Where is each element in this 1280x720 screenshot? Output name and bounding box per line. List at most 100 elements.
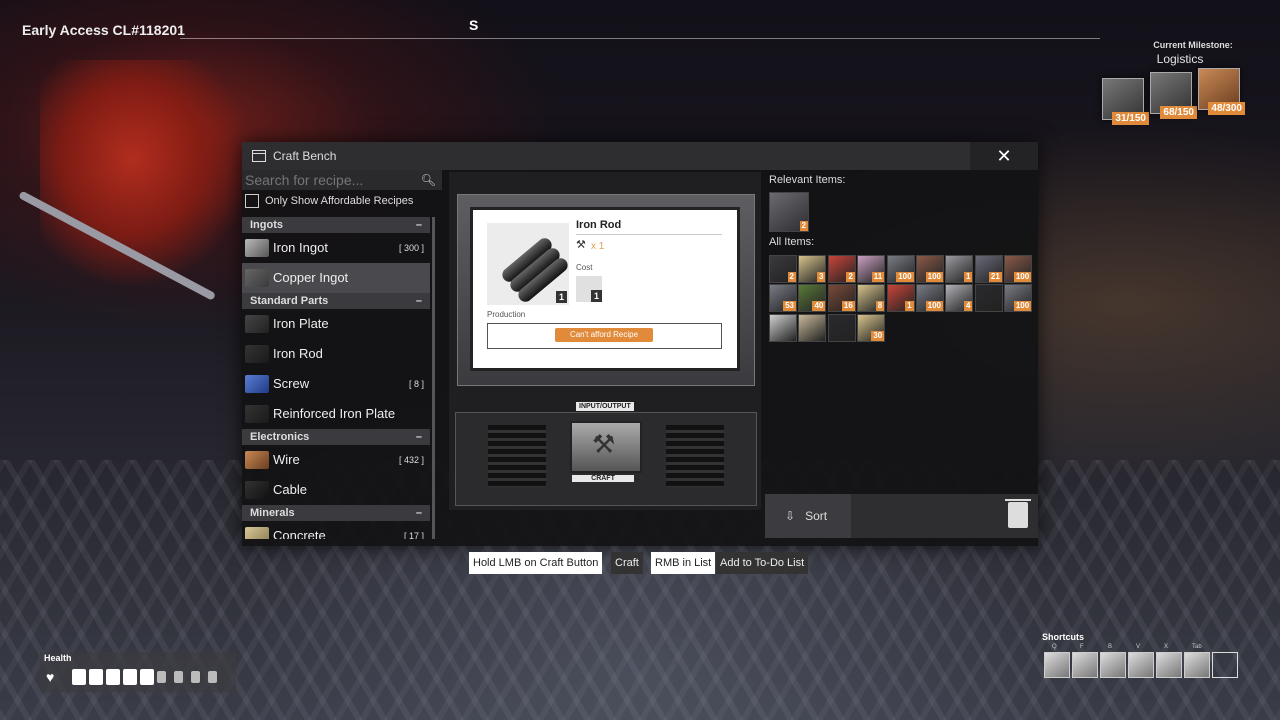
search-icon[interactable]: 🔍︎ [421, 173, 436, 187]
item-count: 100 [1013, 301, 1032, 312]
milestone-title: Current Milestone: [1153, 40, 1233, 50]
flower-icon[interactable]: 2 [827, 255, 856, 283]
health-segment [72, 669, 86, 685]
iron-ore-icon[interactable]: 100 [1004, 284, 1033, 313]
shortcut-slot[interactable]: X [1156, 644, 1182, 678]
shortcuts-bar: Shortcuts Q F B V X Tab [1042, 632, 1242, 692]
iron-ore-icon[interactable]: 100 [916, 284, 944, 313]
shortcut-key: F [1080, 644, 1084, 650]
category-header[interactable]: Minerals – [242, 505, 430, 521]
vise-object [40, 60, 270, 310]
afford-status-button[interactable]: Can't afford Recipe [555, 328, 653, 342]
shortcut-slot[interactable]: V [1128, 644, 1154, 678]
health-label: Health [44, 653, 72, 663]
wrench-icon[interactable] [769, 313, 797, 342]
recipe-name: Concrete [273, 528, 326, 539]
flower-icon[interactable]: 1 [886, 284, 915, 313]
shortcut-key: V [1136, 644, 1141, 650]
recipe-name: Copper Ingot [273, 270, 349, 285]
iron-plate-icon[interactable]: 1 [945, 255, 974, 283]
window-titlebar[interactable]: Craft Bench [242, 142, 970, 170]
shortcut-slot[interactable]: B [1100, 644, 1126, 678]
trash-icon[interactable] [1005, 499, 1031, 528]
affordable-toggle[interactable]: Only Show Affordable Recipes [245, 194, 413, 208]
copper-ingot-icon[interactable]: 16 [827, 284, 856, 313]
limestone-icon[interactable]: 3 [798, 255, 827, 283]
hint-key: RMB in List [651, 552, 716, 574]
cost-amount: 1 [590, 290, 602, 302]
recipe-item[interactable]: Iron Rod [242, 339, 430, 369]
window-icon [252, 150, 266, 162]
list-scrollbar[interactable] [432, 217, 435, 539]
shortcut-slot[interactable]: Tab [1184, 644, 1210, 678]
item-count: 2 [846, 272, 855, 282]
recipe-item[interactable]: Iron Plate [242, 309, 430, 339]
empty-slot-icon[interactable] [827, 313, 856, 342]
milestone-count: 68/150 [1160, 106, 1197, 119]
iron-plate-icon [245, 315, 269, 333]
copper-ore-icon[interactable]: 100 [1004, 255, 1033, 283]
item-count: 100 [925, 272, 943, 282]
collapse-icon[interactable]: – [416, 293, 422, 309]
shortcut-key: Q [1052, 644, 1057, 650]
leaves-icon[interactable]: 40 [798, 284, 827, 313]
vent-left [488, 425, 546, 487]
recipe-title: Iron Rod [576, 219, 622, 231]
search-input[interactable] [242, 170, 418, 190]
health-segment [140, 669, 154, 685]
hammer-icon: ⚒︎ [576, 239, 586, 251]
recipe-count: [ 17 ] [403, 531, 424, 539]
iron-plate-icon: 31/150 [1102, 78, 1149, 125]
shortcut-slot[interactable]: Q [1044, 644, 1070, 678]
recipe-count: [ 300 ] [398, 243, 424, 253]
mycelia-icon[interactable]: 11 [857, 255, 886, 283]
cable-icon [245, 481, 269, 499]
compass-heading: S [469, 17, 479, 33]
recipe-list[interactable]: Ingots – Iron Ingot [ 300 ] Copper Ingot … [242, 217, 430, 539]
craft-label: CRAFT [572, 475, 634, 482]
collapse-icon[interactable]: – [416, 217, 422, 233]
shortcut-key: B [1108, 644, 1113, 650]
shortcut-key: X [1164, 644, 1169, 650]
shortcut-slot[interactable]: F [1072, 644, 1098, 678]
item-count: 1 [905, 301, 914, 312]
afford-box: Can't afford Recipe [487, 323, 722, 349]
shortcuts-label: Shortcuts [1042, 632, 1085, 642]
iron-ore-icon[interactable]: 53 [769, 284, 797, 313]
category-header[interactable]: Ingots – [242, 217, 430, 233]
category-header[interactable]: Standard Parts – [242, 293, 430, 309]
hammer-icon: ⚒︎ [592, 429, 616, 459]
limestone-icon[interactable]: 30 [857, 313, 886, 342]
copper-ore-icon[interactable]: 100 [916, 255, 944, 283]
recipe-item[interactable]: Screw [ 8 ] [242, 369, 430, 399]
shortcut-slot[interactable] [1212, 652, 1238, 678]
output-multiplier: x 1 [591, 241, 605, 252]
recipe-name: Iron Rod [273, 346, 323, 361]
iron-ingot-icon[interactable]: 4 [945, 284, 974, 313]
close-button[interactable]: ✕ [970, 142, 1038, 170]
empty-slot-icon[interactable] [974, 284, 1003, 313]
item-count: 53 [783, 301, 796, 312]
recipe-item[interactable]: Iron Ingot [ 300 ] [242, 233, 430, 263]
health-segment [89, 669, 103, 685]
iron-rod-icon[interactable]: 2 [769, 192, 809, 232]
inventory-toolbar: ⇩︎ Sort [765, 494, 1038, 538]
collapse-icon[interactable]: – [416, 505, 422, 521]
category-header[interactable]: Electronics – [242, 429, 430, 445]
recipe-item[interactable]: Copper Ingot [242, 263, 430, 293]
sort-button[interactable]: ⇩︎ Sort [765, 494, 851, 538]
iron-ore-icon[interactable]: 100 [886, 255, 915, 283]
screw-icon[interactable]: 21 [974, 255, 1003, 283]
iron-rod-icon[interactable]: 2 [769, 255, 797, 283]
recipe-item[interactable]: Cable [242, 475, 430, 505]
limestone-icon[interactable]: 8 [857, 284, 886, 313]
craft-button[interactable]: ⚒︎ [570, 421, 642, 473]
collapse-icon[interactable]: – [416, 429, 422, 445]
recipe-name: Screw [273, 376, 310, 391]
figure-icon[interactable] [798, 313, 827, 342]
recipe-item[interactable]: Concrete [ 17 ] [242, 521, 430, 539]
recipe-item[interactable]: Wire [ 432 ] [242, 445, 430, 475]
affordable-checkbox[interactable] [245, 194, 259, 208]
recipe-item[interactable]: Reinforced Iron Plate [242, 399, 430, 429]
machine-screen-frame: 1 Iron Rod ⚒︎ x 1 Cost 1 Production Can'… [457, 194, 755, 411]
